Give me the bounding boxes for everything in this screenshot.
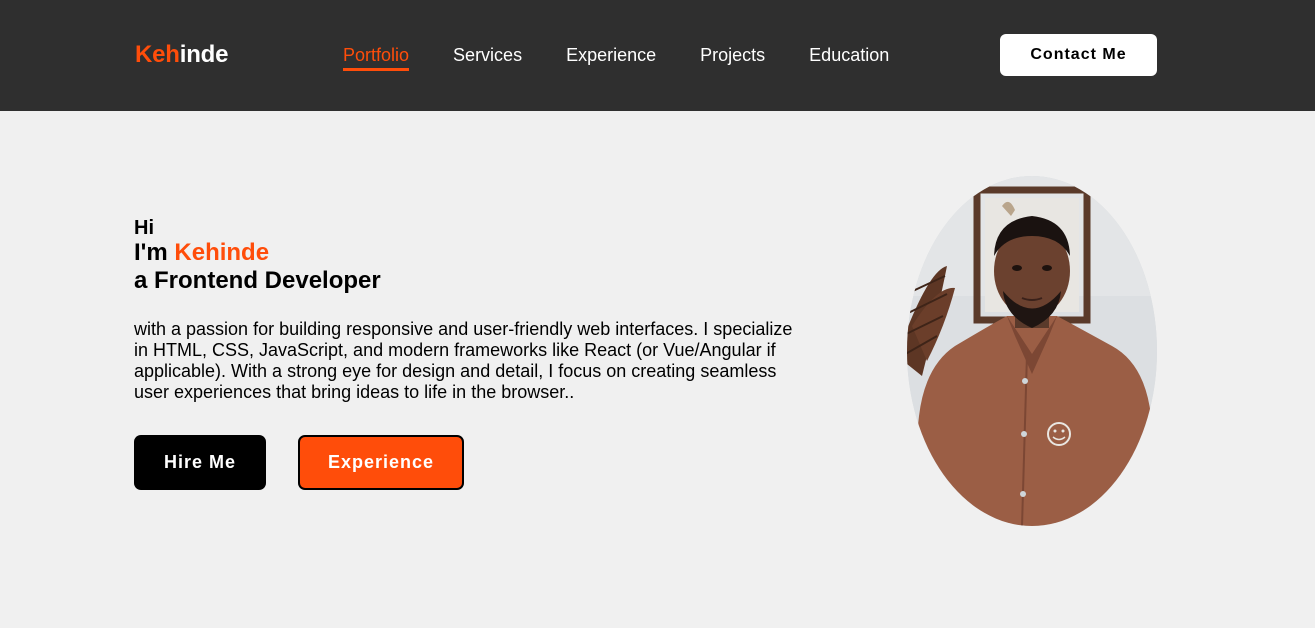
hero-intro: Hi I'm Kehinde a Frontend Developer with… bbox=[134, 217, 804, 403]
nav-link-experience[interactable]: Experience bbox=[566, 44, 656, 71]
hero-name-line: I'm Kehinde bbox=[134, 239, 804, 267]
nav-link-projects[interactable]: Projects bbox=[700, 44, 765, 71]
nav-link-services[interactable]: Services bbox=[453, 44, 522, 71]
logo-rest: inde bbox=[179, 41, 229, 68]
navbar: Kehinde Portfolio Services Experience Pr… bbox=[0, 0, 1315, 111]
nav-link-education[interactable]: Education bbox=[809, 44, 889, 71]
contact-me-button[interactable]: Contact Me bbox=[1000, 34, 1157, 76]
experience-button[interactable]: Experience bbox=[298, 435, 464, 490]
logo-accent: Keh bbox=[135, 41, 180, 68]
hero-greeting: Hi bbox=[134, 217, 154, 239]
hero-role: a Frontend Developer bbox=[134, 267, 381, 294]
hero-actions: Hire Me Experience bbox=[134, 435, 464, 490]
hero-description: with a passion for building responsive a… bbox=[134, 319, 793, 402]
main-nav: Portfolio Services Experience Projects E… bbox=[343, 44, 889, 71]
hero-name: Kehinde bbox=[174, 239, 270, 266]
hero-intro-prefix: I'm bbox=[134, 239, 175, 266]
logo[interactable]: Kehinde bbox=[135, 41, 228, 69]
nav-link-portfolio[interactable]: Portfolio bbox=[343, 44, 410, 71]
profile-photo bbox=[907, 176, 1157, 526]
hire-me-button[interactable]: Hire Me bbox=[134, 435, 266, 490]
